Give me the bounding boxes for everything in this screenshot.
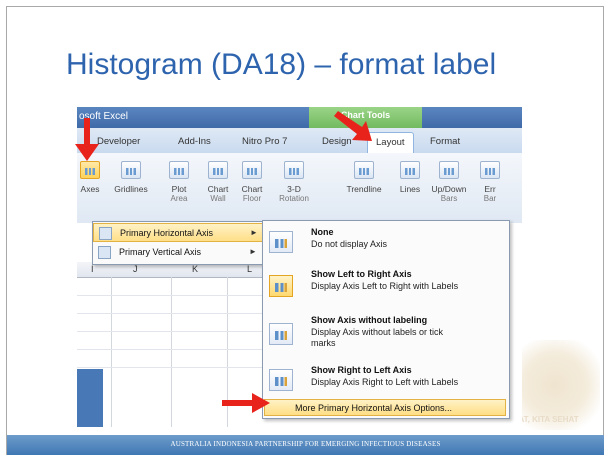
option-title: Show Axis without labeling: [311, 315, 428, 325]
ribbon-tabs: Developer Add-Ins Nitro Pro 7 Design Lay…: [77, 128, 522, 153]
rotation-label: 3-D: [287, 184, 301, 194]
gridlines-label: Gridlines: [114, 184, 148, 194]
grid-line: [77, 367, 267, 368]
axes-label: Axes: [80, 184, 100, 194]
rotation-sublabel: Rotation: [279, 194, 309, 203]
excel-titlebar: osoft Excel: [77, 107, 522, 128]
column-header-i[interactable]: I: [91, 264, 94, 274]
option-title: Show Right to Left Axis: [311, 365, 412, 375]
grid-line: [111, 277, 112, 427]
menu-item-label: Primary Horizontal Axis: [120, 228, 214, 238]
lines-button[interactable]: Lines: [395, 161, 425, 194]
plot-area-icon: [169, 161, 189, 179]
grid-line: [171, 277, 172, 427]
tab-format[interactable]: Format: [430, 136, 460, 147]
axes-button[interactable]: Axes: [77, 161, 107, 194]
gridlines-button[interactable]: Gridlines: [109, 161, 153, 194]
updown-bars-label: Up/Down: [431, 184, 467, 194]
option-description: Display Axis Right to Left with Labels: [311, 377, 459, 387]
plot-area-button[interactable]: Plot Area: [161, 161, 197, 203]
chevron-right-icon: ►: [250, 228, 258, 237]
chart-wall-sublabel: Wall: [210, 194, 226, 203]
chart-floor-button[interactable]: Chart Floor: [235, 161, 269, 203]
red-arrow-right-icon: [222, 393, 270, 413]
horizontal-axis-icon: [99, 227, 112, 240]
chart-floor-sublabel: Floor: [242, 194, 262, 203]
updown-bars-sublabel: Bars: [440, 194, 458, 203]
more-axis-options-label: More Primary Horizontal Axis Options...: [295, 403, 453, 413]
axis-none-icon: [269, 231, 293, 253]
updown-bars-icon: [439, 161, 459, 179]
horizontal-axis-submenu: None Do not display Axis Show Left to Ri…: [262, 220, 510, 419]
option-title: None: [311, 227, 334, 237]
option-left-to-right[interactable]: Show Left to Right Axis Display Axis Lef…: [263, 267, 509, 305]
axes-icon: [80, 161, 100, 179]
chart-wall-button[interactable]: Chart Wall: [201, 161, 235, 203]
lines-label: Lines: [399, 184, 421, 194]
axis-left-to-right-icon: [269, 275, 293, 297]
menu-item-label: Primary Vertical Axis: [119, 247, 202, 257]
chart-bar-fragment: [77, 369, 103, 427]
axis-no-labels-icon: [269, 323, 293, 345]
more-axis-options-item[interactable]: More Primary Horizontal Axis Options...: [264, 399, 506, 416]
chevron-right-icon: ►: [249, 247, 257, 256]
chart-wall-label: Chart: [207, 184, 229, 194]
red-arrow-right-down-icon: [334, 111, 372, 141]
lines-icon: [400, 161, 420, 179]
slide-title: Histogram (DA18) – format label: [66, 48, 497, 81]
tab-add-ins[interactable]: Add-Ins: [178, 136, 211, 147]
excel-screenshot: osoft Excel Chart Tools Developer Add-In…: [77, 107, 522, 427]
column-header-l[interactable]: L: [247, 264, 252, 274]
column-header-j[interactable]: J: [133, 264, 138, 274]
option-description: Display Axis Left to Right with Labels: [311, 281, 459, 291]
option-without-labeling[interactable]: Show Axis without labeling Display Axis …: [263, 313, 509, 359]
error-bars-sublabel: Bar: [483, 194, 497, 203]
rotation-button[interactable]: 3-D Rotation: [273, 161, 315, 203]
rotation-icon: [284, 161, 304, 179]
error-bars-label: Err: [484, 184, 496, 194]
vertical-axis-icon: [98, 246, 111, 259]
option-description: Display Axis without labels or tick mark…: [311, 327, 444, 348]
axis-right-to-left-icon: [269, 369, 293, 391]
ribbon: Axes Gridlines Plot Area Chart Wall Char…: [77, 153, 522, 224]
footer-text: AUSTRALIA INDONESIA PARTNERSHIP FOR EMER…: [170, 440, 441, 448]
updown-bars-button[interactable]: Up/Down Bars: [427, 161, 471, 203]
gridlines-icon: [121, 161, 141, 179]
grid-line: [77, 331, 267, 332]
plot-area-label: Plot: [171, 184, 187, 194]
plot-area-sublabel: Area: [170, 194, 188, 203]
trendline-button[interactable]: Trendline: [339, 161, 389, 194]
option-none[interactable]: None Do not display Axis: [263, 225, 509, 263]
menu-item-primary-horizontal-axis[interactable]: Primary Horizontal Axis ►: [93, 223, 269, 242]
footer-bar: AUSTRALIA INDONESIA PARTNERSHIP FOR EMER…: [7, 435, 604, 455]
chart-floor-icon: [242, 161, 262, 179]
option-title: Show Left to Right Axis: [311, 269, 412, 279]
grid-line: [77, 295, 267, 296]
tab-developer[interactable]: Developer: [97, 136, 140, 147]
error-bars-button[interactable]: Err Bar: [477, 161, 503, 203]
column-header-k[interactable]: K: [192, 264, 198, 274]
chart-wall-icon: [208, 161, 228, 179]
menu-item-primary-vertical-axis[interactable]: Primary Vertical Axis ►: [93, 243, 269, 262]
error-bars-icon: [480, 161, 500, 179]
grid-line: [77, 349, 267, 350]
option-description: Do not display Axis: [311, 239, 388, 249]
chart-floor-label: Chart: [241, 184, 263, 194]
red-arrow-down-icon: [75, 118, 99, 161]
trendline-icon: [354, 161, 374, 179]
trendline-label: Trendline: [346, 184, 382, 194]
tab-nitro-pro[interactable]: Nitro Pro 7: [242, 136, 287, 147]
grid-line: [77, 313, 267, 314]
option-right-to-left[interactable]: Show Right to Left Axis Display Axis Rig…: [263, 365, 509, 395]
axes-menu: Primary Horizontal Axis ► Primary Vertic…: [92, 221, 270, 265]
